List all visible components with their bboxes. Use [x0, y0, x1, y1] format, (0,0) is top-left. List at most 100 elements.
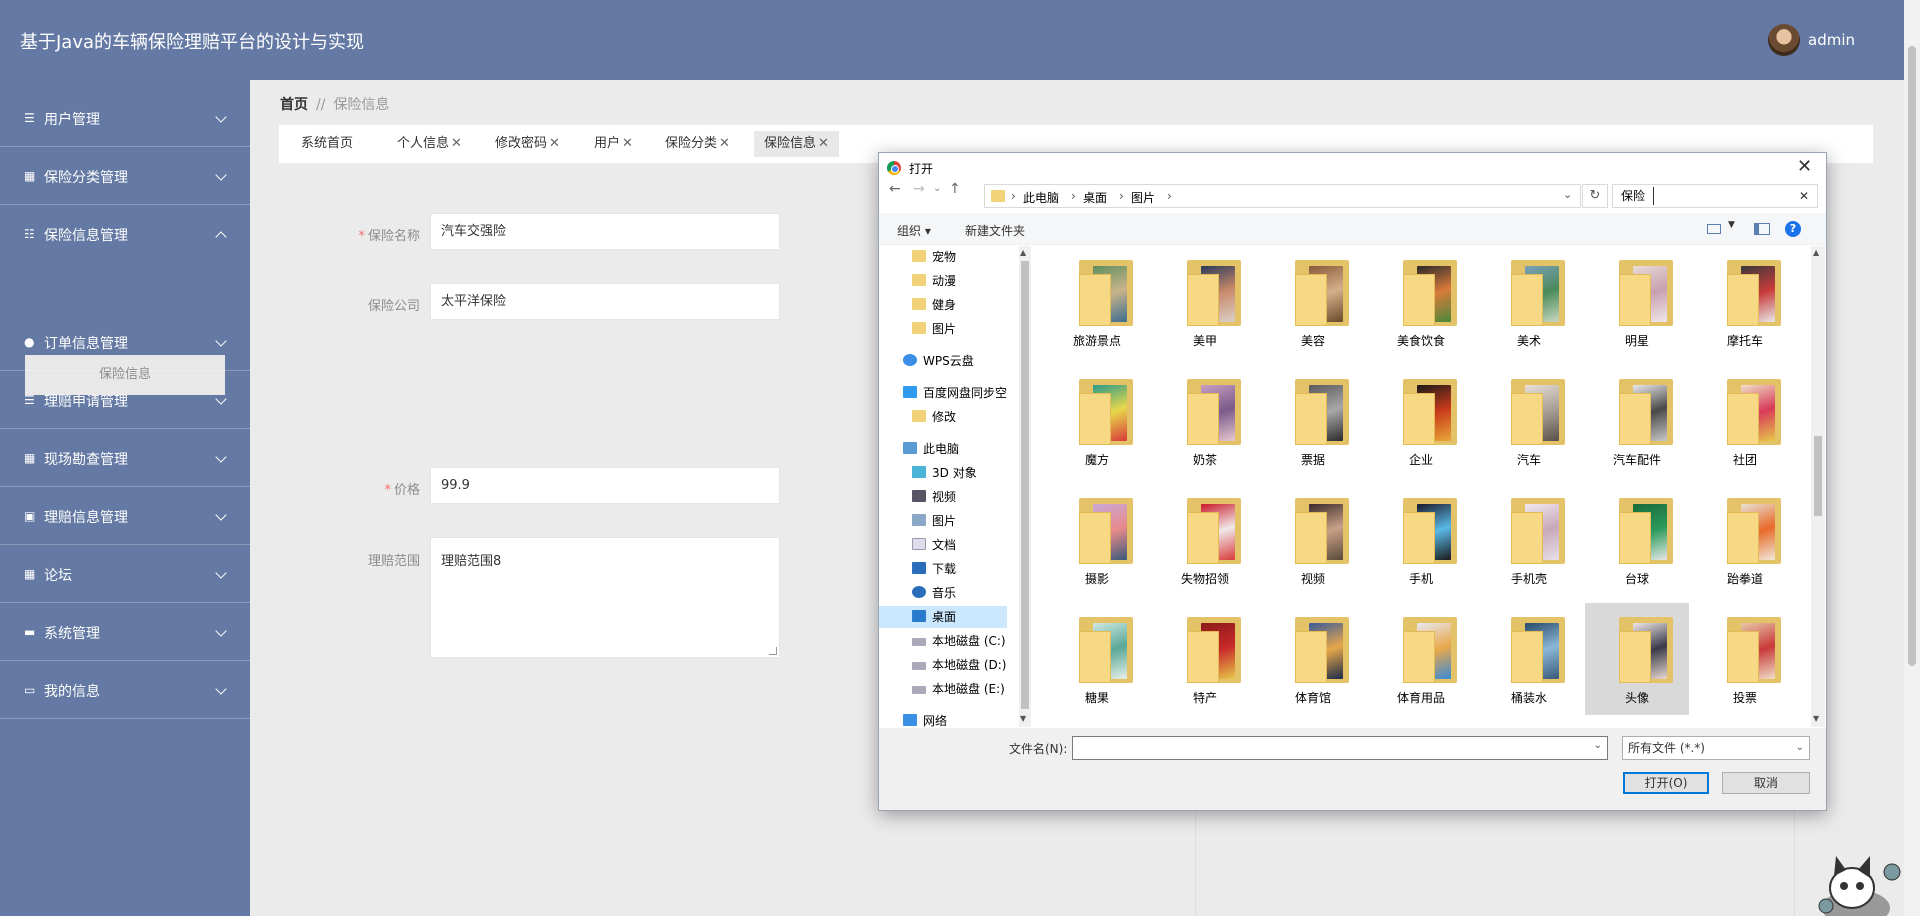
price-input[interactable]: 99.9 — [430, 467, 780, 504]
folder-item[interactable]: 汽车配件 — [1585, 365, 1689, 477]
folder-item[interactable]: 社团 — [1693, 365, 1797, 477]
close-icon[interactable]: ✕ — [549, 136, 560, 151]
sidebar-item-site-survey[interactable]: ▦ 现场勘查管理 — [0, 429, 250, 487]
tab-change-password[interactable]: 修改密码 ✕ — [485, 131, 570, 157]
tree-item[interactable]: 视频 — [912, 486, 956, 508]
page-scrollbar[interactable] — [1904, 0, 1920, 916]
tree-item[interactable]: 百度网盘同步空间 — [903, 382, 1007, 404]
folder-item[interactable]: 汽车 — [1477, 365, 1581, 477]
tree-item[interactable]: 宠物 — [912, 246, 956, 268]
grid-scrollbar[interactable]: ▲ ▼ — [1811, 246, 1825, 727]
folder-item[interactable]: 手机壳 — [1477, 484, 1581, 596]
tree-item[interactable]: 健身 — [912, 294, 956, 316]
tree-item[interactable]: 动漫 — [912, 270, 956, 292]
folder-item[interactable]: 体育馆 — [1261, 603, 1365, 715]
path-segment[interactable]: 桌面 — [1083, 189, 1107, 206]
tree-item[interactable]: 本地磁盘 (D:) — [912, 654, 1006, 676]
address-bar[interactable]: › 此电脑 › 桌面 › 图片 › ⌄ — [984, 184, 1581, 208]
folder-item[interactable]: 跆拳道 — [1693, 484, 1797, 596]
clear-icon[interactable]: ✕ — [1799, 185, 1809, 207]
sidebar-item-order-management[interactable]: ● 订单信息管理 — [0, 313, 250, 371]
claim-scope-textarea[interactable]: 理赔范围8 — [430, 537, 780, 658]
sidebar-item-forum[interactable]: ▦ 论坛 — [0, 545, 250, 603]
folder-item[interactable]: 美甲 — [1153, 246, 1257, 358]
avatar[interactable] — [1768, 24, 1800, 56]
page-scrollbar-thumb[interactable] — [1908, 46, 1916, 666]
sidebar-item-user-management[interactable]: ☰ 用户管理 — [0, 89, 250, 147]
tab-system-home[interactable]: 系统首页 — [291, 131, 363, 157]
tree-item[interactable]: 音乐 — [912, 582, 956, 604]
organize-button[interactable]: 组织 ▾ — [897, 222, 931, 239]
grid-scrollbar-thumb[interactable] — [1814, 436, 1822, 516]
chevron-down-icon[interactable]: ⌄ — [1563, 188, 1572, 201]
sidebar-item-claim-info[interactable]: ▣ 理赔信息管理 — [0, 487, 250, 545]
sidebar-item-my-info[interactable]: ▭ 我的信息 — [0, 661, 250, 719]
scroll-down-icon[interactable]: ▼ — [1020, 714, 1026, 723]
tree-item[interactable]: 3D 对象 — [912, 462, 977, 484]
tree-item-selected[interactable]: 桌面 — [879, 606, 1007, 628]
path-segment[interactable]: 此电脑 — [1023, 189, 1059, 206]
chevron-down-icon[interactable]: ⌄ — [1594, 740, 1602, 751]
tree-item[interactable]: WPS云盘 — [903, 350, 974, 372]
folder-item[interactable]: 摄影 — [1045, 484, 1149, 596]
preview-pane-icon[interactable] — [1754, 223, 1770, 235]
tree-item[interactable]: 本地磁盘 (E:) — [912, 678, 1005, 700]
folder-item[interactable]: 美容 — [1261, 246, 1365, 358]
sidebar-item-system[interactable]: ▬ 系统管理 — [0, 603, 250, 661]
folder-item[interactable]: 票据 — [1261, 365, 1365, 477]
folder-item[interactable]: 糖果 — [1045, 603, 1149, 715]
folder-item[interactable]: 桶装水 — [1477, 603, 1581, 715]
tree-scrollbar[interactable]: ▲ ▼ — [1019, 246, 1031, 727]
scroll-up-icon[interactable]: ▲ — [1020, 248, 1026, 257]
tree-item[interactable]: 文档 — [912, 534, 956, 556]
folder-item-selected[interactable]: 头像 — [1585, 603, 1689, 715]
close-icon[interactable]: ✕ — [818, 136, 829, 151]
close-icon[interactable]: ✕ — [719, 136, 730, 151]
tab-insurance-info[interactable]: 保险信息 ✕ — [754, 131, 839, 157]
tree-item[interactable]: 下载 — [912, 558, 956, 580]
folder-item[interactable]: 特产 — [1153, 603, 1257, 715]
tree-item[interactable]: 此电脑 — [903, 438, 959, 460]
folder-item[interactable]: 奶茶 — [1153, 365, 1257, 477]
cancel-button[interactable]: 取消 — [1722, 772, 1810, 794]
tree-item[interactable]: 图片 — [912, 318, 956, 340]
folder-item[interactable]: 旅游景点 — [1045, 246, 1149, 358]
close-icon[interactable]: ✕ — [451, 136, 462, 151]
sidebar-item-category-management[interactable]: ▦ 保险分类管理 — [0, 147, 250, 205]
folder-item[interactable]: 台球 — [1585, 484, 1689, 596]
path-segment[interactable]: 图片 — [1131, 189, 1155, 206]
tree-item[interactable]: 网络 — [903, 710, 947, 727]
folder-item[interactable]: 企业 — [1369, 365, 1473, 477]
tree-item[interactable]: 修改 — [912, 406, 956, 428]
folder-item[interactable]: 失物招领 — [1153, 484, 1257, 596]
insurance-name-input[interactable]: 汽车交强险 — [430, 213, 780, 250]
folder-item[interactable]: 魔方 — [1045, 365, 1149, 477]
scroll-down-icon[interactable]: ▼ — [1813, 714, 1819, 723]
sidebar-item-insurance-management[interactable]: ☷ 保险信息管理 — [0, 205, 250, 263]
breadcrumb-home[interactable]: 首页 — [280, 97, 308, 113]
folder-item[interactable]: 视频 — [1261, 484, 1365, 596]
filetype-select[interactable]: 所有文件 (*.*) ⌄ — [1622, 736, 1810, 760]
up-arrow-icon[interactable]: ↑ — [949, 181, 961, 197]
tree-item[interactable]: 本地磁盘 (C:) — [912, 630, 1006, 652]
view-dropdown-icon[interactable]: ▼ — [1728, 220, 1735, 230]
open-button[interactable]: 打开(O) — [1623, 772, 1709, 794]
folder-item[interactable]: 美术 — [1477, 246, 1581, 358]
scroll-up-icon[interactable]: ▲ — [1813, 248, 1819, 257]
tree-scrollbar-thumb[interactable] — [1021, 261, 1029, 709]
folder-item[interactable]: 手机 — [1369, 484, 1473, 596]
resize-grip-icon[interactable] — [769, 647, 777, 655]
help-icon[interactable]: ? — [1785, 221, 1801, 237]
new-folder-button[interactable]: 新建文件夹 — [965, 222, 1025, 239]
folder-item[interactable]: 摩托车 — [1693, 246, 1797, 358]
tree-item[interactable]: 图片 — [912, 510, 956, 532]
close-icon[interactable]: ✕ — [1797, 156, 1812, 177]
forward-arrow-icon[interactable]: → — [913, 181, 925, 197]
sidebar-item-claim-application[interactable]: ☰ 理赔申请管理 — [0, 371, 250, 429]
recent-dropdown-icon[interactable]: ⌄ — [933, 183, 941, 194]
refresh-icon[interactable]: ↻ — [1582, 184, 1608, 208]
folder-item[interactable]: 美食饮食 — [1369, 246, 1473, 358]
insurance-company-input[interactable]: 太平洋保险 — [430, 283, 780, 320]
back-arrow-icon[interactable]: ← — [889, 181, 901, 197]
filename-input[interactable]: ⌄ — [1072, 736, 1608, 760]
